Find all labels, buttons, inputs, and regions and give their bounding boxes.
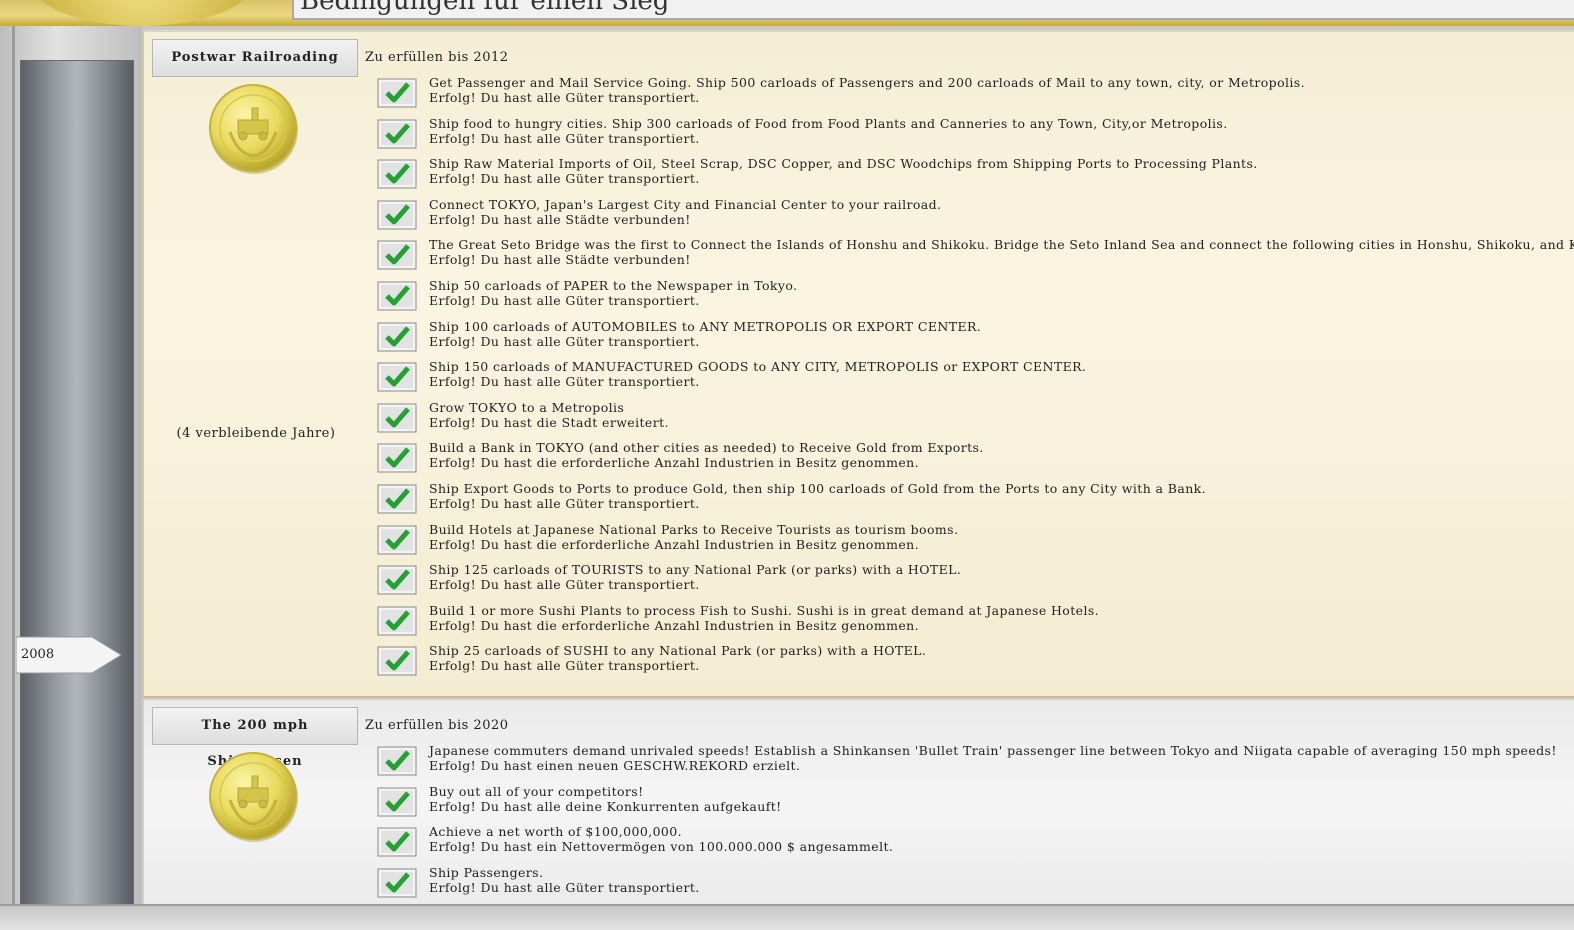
goal-status: Erfolg! Du hast alle Güter transportiert…: [429, 577, 700, 593]
frame-edge: [12, 26, 15, 910]
goal-status: Erfolg! Du hast alle Güter transportiert…: [429, 658, 700, 674]
deadline-label: Zu erfüllen bis 2020: [365, 718, 509, 733]
goal-item: Build 1 or more Sushi Plants to process …: [377, 603, 1557, 644]
checkmark-icon: [377, 281, 417, 311]
checkmark-icon: [377, 322, 417, 352]
deadline-label: Zu erfüllen bis 2012: [365, 50, 509, 65]
checkmark-icon: [377, 868, 417, 898]
goal-item: Grow TOKYO to a Metropolis Erfolg! Du has…: [377, 400, 1557, 441]
goal-text: Grow TOKYO to a Metropolis: [429, 399, 625, 415]
goal-list: Japanese commuters demand unrivaled spee…: [377, 743, 1557, 905]
goal-text: Ship food to hungry cities. Ship 300 car…: [429, 115, 1228, 131]
goal-item: Get Passenger and Mail Service Going. Sh…: [377, 75, 1557, 116]
goal-status: Erfolg! Du hast alle Güter transportiert…: [429, 333, 700, 349]
goal-status: Erfolg! Du hast die erforderliche Anzahl…: [429, 536, 919, 552]
checkmark-icon: [377, 159, 417, 189]
goal-status: Erfolg! Du hast ein Nettovermögen von 10…: [429, 839, 894, 855]
goal-item: Ship 100 carloads of AUTOMOBILES to ANY …: [377, 319, 1557, 360]
goal-status: Erfolg! Du hast alle Güter transportiert…: [429, 130, 700, 146]
chapter-panel-2: The 200 mph Shinkansen Zu erfüllen bis 2…: [142, 698, 1574, 906]
goal-text: Ship 125 carloads of TOURISTS to any Nat…: [429, 562, 962, 578]
goal-item: Ship 25 carloads of SUSHI to any Nationa…: [377, 643, 1557, 684]
goal-text: Japanese commuters demand unrivaled spee…: [429, 743, 1557, 758]
goal-text: Connect TOKYO, Japan's Largest City and …: [429, 196, 942, 212]
goal-text: The Great Seto Bridge was the first to C…: [429, 237, 1574, 253]
goal-item: Japanese commuters demand unrivaled spee…: [377, 743, 1557, 784]
checkmark-icon: [377, 240, 417, 270]
goal-item: Ship Export Goods to Ports to produce Go…: [377, 481, 1557, 522]
goal-text: Ship Export Goods to Ports to produce Go…: [429, 480, 1207, 496]
goal-status: Erfolg! Du hast alle deine Konkurrenten …: [429, 798, 782, 814]
goal-text: Ship 100 carloads of AUTOMOBILES to ANY …: [429, 318, 982, 334]
left-frame: [0, 26, 142, 917]
goal-item: Build a Bank in TOKYO (and other cities …: [377, 440, 1557, 481]
medal-icon: [209, 752, 298, 842]
goal-text: Ship Raw Material Imports of Oil, Steel …: [429, 156, 1258, 172]
checkmark-icon: [377, 200, 417, 230]
checkmark-icon: [377, 525, 417, 555]
checkmark-icon: [377, 78, 417, 108]
goal-text: Ship 25 carloads of SUSHI to any Nationa…: [429, 643, 927, 659]
goal-text: Get Passenger and Mail Service Going. Sh…: [429, 75, 1305, 90]
goal-item: Ship food to hungry cities. Ship 300 car…: [377, 116, 1557, 157]
goal-text: Build a Bank in TOKYO (and other cities …: [429, 440, 984, 456]
checkmark-icon: [377, 746, 417, 776]
timeline-scroll-track[interactable]: [20, 60, 134, 917]
timeline-year-marker[interactable]: 2008: [16, 636, 122, 674]
checkmark-icon: [377, 362, 417, 392]
goal-status: Erfolg! Du hast alle Güter transportiert…: [429, 90, 700, 105]
goal-status: Erfolg! Du hast einen neuen GESCHW.REKOR…: [429, 758, 801, 773]
page-title: Bedingungen für einen Sieg: [300, 0, 670, 16]
goal-text: Build Hotels at Japanese National Parks …: [429, 521, 959, 537]
goal-text: Ship Passengers.: [429, 864, 544, 880]
goal-item: Build Hotels at Japanese National Parks …: [377, 522, 1557, 563]
checkmark-icon: [377, 484, 417, 514]
checkmark-icon: [377, 565, 417, 595]
years-remaining: (4 verbleibende Jahre): [176, 426, 336, 441]
chapter-title: The 200 mph Shinkansen: [152, 707, 358, 769]
goal-item: Ship 150 carloads of MANUFACTURED GOODS …: [377, 359, 1557, 400]
goal-status: Erfolg! Du hast die erforderliche Anzahl…: [429, 617, 919, 633]
goal-text: Buy out all of your competitors!: [429, 783, 644, 799]
goal-status: Erfolg! Du hast alle Güter transportiert…: [429, 374, 700, 390]
goal-status: Erfolg! Du hast alle Städte verbunden!: [429, 211, 691, 227]
header-medal-icon: [32, 0, 252, 26]
checkmark-icon: [377, 119, 417, 149]
chapter-title: Postwar Railroading: [152, 39, 358, 77]
goal-item: Achieve a net worth of $100,000,000. Erfo…: [377, 824, 1557, 865]
timeline-year-label: 2008: [21, 647, 55, 662]
goal-status: Erfolg! Du hast alle Güter transportiert…: [429, 495, 700, 511]
goal-list: Get Passenger and Mail Service Going. Sh…: [377, 75, 1574, 684]
bottom-frame: [0, 904, 1574, 930]
checkmark-icon: [377, 787, 417, 817]
goal-status: Erfolg! Du hast alle Städte verbunden!: [429, 252, 691, 268]
goal-status: Erfolg! Du hast die erforderliche Anzahl…: [429, 455, 919, 471]
goal-item: The Great Seto Bridge was the first to C…: [377, 237, 1574, 278]
goal-item: Ship Raw Material Imports of Oil, Steel …: [377, 156, 1557, 197]
checkmark-icon: [377, 443, 417, 473]
checkmark-icon: [377, 403, 417, 433]
goal-item: Connect TOKYO, Japan's Largest City and …: [377, 197, 1557, 238]
goal-status: Erfolg! Du hast die Stadt erweitert.: [429, 414, 669, 430]
goal-item: Buy out all of your competitors! Erfolg! …: [377, 784, 1557, 825]
header-bar: Bedingungen für einen Sieg: [0, 0, 1574, 26]
checkmark-icon: [377, 606, 417, 636]
goal-text: Achieve a net worth of $100,000,000.: [429, 824, 682, 840]
goal-status: Erfolg! Du hast alle Güter transportiert…: [429, 292, 700, 308]
medal-icon: [209, 84, 298, 174]
goal-text: Ship 150 carloads of MANUFACTURED GOODS …: [429, 359, 1087, 375]
goal-status: Erfolg! Du hast alle Güter transportiert…: [429, 171, 700, 187]
goal-status: Erfolg! Du hast alle Güter transportiert…: [429, 879, 700, 895]
goal-item: Ship 125 carloads of TOURISTS to any Nat…: [377, 562, 1557, 603]
goal-item: Ship Passengers. Erfolg! Du hast alle Güt…: [377, 865, 1557, 906]
goal-text: Ship 50 carloads of PAPER to the Newspap…: [429, 277, 798, 293]
checkmark-icon: [377, 646, 417, 676]
goal-text: Build 1 or more Sushi Plants to process …: [429, 602, 1100, 618]
chapter-panel-1: Postwar Railroading Zu erfüllen bis 2012…: [142, 30, 1574, 698]
checkmark-icon: [377, 827, 417, 857]
page-title-box: Bedingungen für einen Sieg: [292, 0, 1574, 20]
goal-item: Ship 50 carloads of PAPER to the Newspap…: [377, 278, 1557, 319]
